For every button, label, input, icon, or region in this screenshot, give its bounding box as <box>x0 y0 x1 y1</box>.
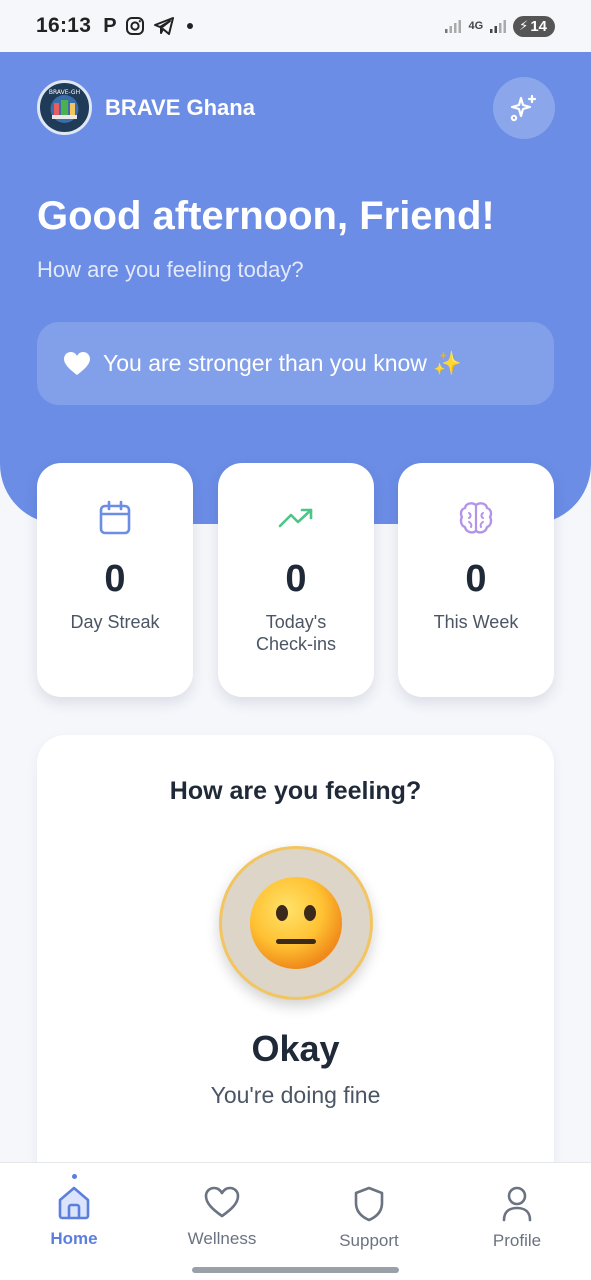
signal-icon <box>445 20 462 33</box>
active-indicator-dot <box>71 1174 77 1179</box>
home-icon <box>58 1186 90 1220</box>
signal-icon-2 <box>490 20 507 33</box>
status-time: 16:13 <box>36 14 92 37</box>
network-type: 4G <box>468 20 484 32</box>
mood-description: You're doing fine <box>210 1082 381 1108</box>
nav-item-profile[interactable]: Profile <box>457 1185 577 1251</box>
stat-card-day-streak[interactable]: 0 Day Streak <box>37 463 193 697</box>
brave-logo-icon: BRAVE-GH <box>40 83 89 132</box>
nav-item-wellness[interactable]: Wellness <box>162 1185 282 1249</box>
stat-label: Today's Check-ins <box>255 612 337 654</box>
user-icon <box>502 1186 532 1222</box>
mood-card: How are you feeling? Okay You're doing f… <box>37 735 554 1195</box>
charging-icon: ⚡ <box>519 18 529 33</box>
battery-level: 14 <box>530 17 547 35</box>
shield-icon <box>354 1186 384 1222</box>
heart-filled-icon <box>64 351 90 375</box>
stat-value: 0 <box>285 558 307 600</box>
stat-card-this-week[interactable]: 0 This Week <box>398 463 554 697</box>
calendar-icon <box>99 500 131 535</box>
brand-header: BRAVE-GH BRAVE Ghana <box>37 80 255 135</box>
logo-text: BRAVE-GH <box>49 89 80 96</box>
nav-label: Wellness <box>187 1229 257 1248</box>
heart-icon <box>204 1186 240 1218</box>
mood-word: Okay <box>251 1028 340 1069</box>
sparkles-icon <box>510 94 537 122</box>
home-indicator[interactable] <box>192 1267 399 1273</box>
status-bar: 16:13 P 4G ⚡ 14 <box>0 0 591 52</box>
mood-title: How are you feeling? <box>169 777 422 805</box>
nav-label: Profile <box>492 1231 542 1250</box>
ai-sparkle-button[interactable] <box>493 77 555 139</box>
nav-item-support[interactable]: Support <box>309 1185 429 1251</box>
brand-logo[interactable]: BRAVE-GH <box>37 80 92 135</box>
stat-value: 0 <box>465 558 487 600</box>
nav-label: Support <box>339 1231 399 1250</box>
stat-card-todays-checkins[interactable]: 0 Today's Check-ins <box>218 463 374 697</box>
telegram-icon <box>153 17 174 35</box>
stat-value: 0 <box>104 558 126 600</box>
brain-icon <box>459 502 493 534</box>
stat-label: This Week <box>433 612 519 632</box>
nav-label: Home <box>50 1229 98 1248</box>
battery-indicator: ⚡ 14 <box>513 15 555 37</box>
greeting-subtitle: How are you feeling today? <box>37 257 304 282</box>
greeting-heading: Good afternoon, Friend! <box>37 194 495 238</box>
instagram-icon <box>125 17 144 35</box>
brand-name: BRAVE Ghana <box>105 94 255 120</box>
affirmation-banner[interactable]: You are stronger than you know ✨ <box>37 322 554 405</box>
parking-icon: P <box>103 14 117 37</box>
bottom-navigation: Home Wellness Support Profile <box>0 1162 591 1280</box>
hero-banner: BRAVE-GH BRAVE Ghana Good afternoon, Fri… <box>0 52 591 524</box>
mood-selector[interactable] <box>219 846 373 1000</box>
affirmation-text: You are stronger than you know ✨ <box>103 350 462 376</box>
nav-item-home[interactable]: Home <box>14 1174 134 1249</box>
neutral-face-emoji-icon <box>250 877 342 969</box>
trending-up-icon <box>278 508 313 528</box>
stat-label: Day Streak <box>70 612 160 632</box>
notification-dot-icon <box>186 23 193 29</box>
